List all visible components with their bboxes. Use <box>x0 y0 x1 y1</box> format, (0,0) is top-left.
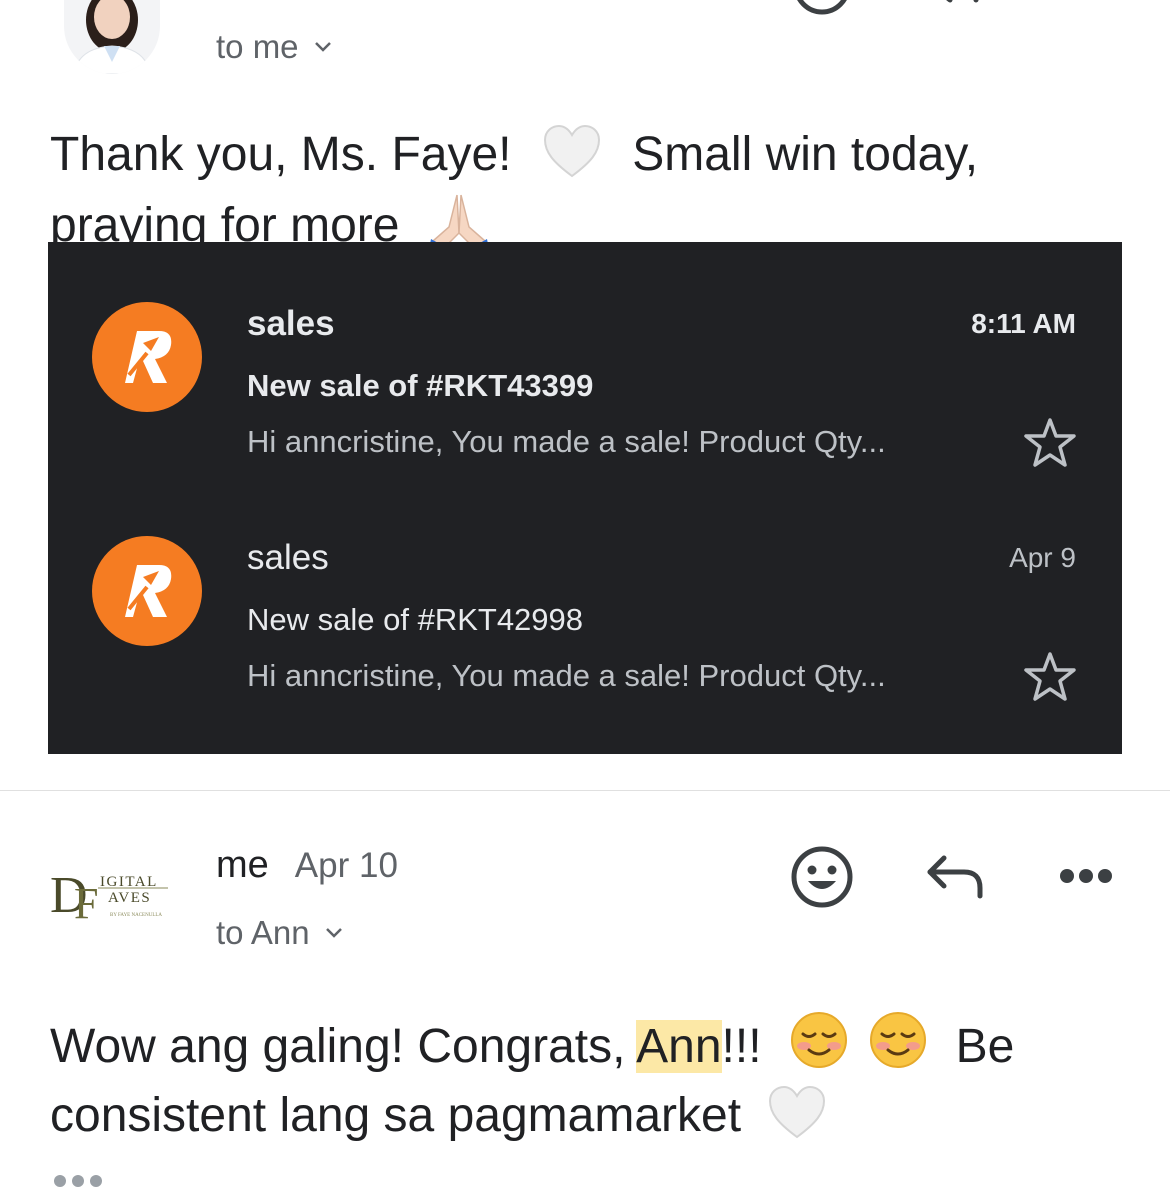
star-icon[interactable] <box>1022 650 1078 709</box>
email-row[interactable] <box>92 536 202 646</box>
white-heart-emoji <box>543 124 601 193</box>
sender-avatar[interactable] <box>64 0 160 74</box>
body-text: Thank you, Ms. Faye! <box>50 128 512 181</box>
reply-header: me Apr 10 <box>216 844 398 887</box>
body-text: !!! <box>721 1020 762 1073</box>
show-trimmed-content-icon[interactable] <box>52 1172 104 1195</box>
recipient-label: to me <box>216 28 299 65</box>
logo-text: IGITAL <box>100 874 158 890</box>
chevron-down-icon <box>325 928 342 938</box>
message-date: Apr 10 <box>294 846 398 885</box>
smiley-icon[interactable] <box>790 0 854 25</box>
white-heart-emoji <box>768 1085 826 1154</box>
inbox-screenshot: sales 8:11 AM New sale of #RKT43399 Hi a… <box>48 242 1122 754</box>
sender-logo <box>92 302 202 412</box>
email-snippet: Hi anncristine, You made a sale! Product… <box>247 424 886 459</box>
body-text: Wow ang galing! Congrats, <box>50 1020 637 1073</box>
logo-text: AVES <box>108 890 151 906</box>
svg-text:F: F <box>74 879 98 928</box>
digital-faves-logo[interactable]: D F IGITAL AVES BY FAYE NACENULLA <box>48 862 170 932</box>
sender-logo <box>92 536 202 646</box>
star-icon[interactable] <box>1022 416 1078 475</box>
email-row[interactable] <box>92 302 202 412</box>
email-time: 8:11 AM <box>971 308 1076 339</box>
smiling-face-emoji <box>868 1010 928 1085</box>
reply-icon[interactable] <box>924 852 986 907</box>
email-subject: New sale of #RKT42998 <box>247 602 584 637</box>
body-text: Be <box>955 1020 1015 1073</box>
body-text: Small win today, <box>632 128 979 181</box>
message-divider <box>0 790 1170 791</box>
logo-tagline: BY FAYE NACENULLA <box>110 913 162 918</box>
body-text: consistent lang sa pagmamarket <box>50 1089 742 1142</box>
chevron-down-icon <box>314 42 331 52</box>
reply-icon[interactable] <box>932 0 988 17</box>
recipient-label: to Ann <box>216 914 310 951</box>
email-time: Apr 9 <box>1009 542 1076 573</box>
reply-body: Wow ang galing! Congrats, Ann!!! Be cons… <box>50 1010 1130 1154</box>
email-sender: sales <box>247 538 329 577</box>
email-snippet: Hi anncristine, You made a sale! Product… <box>247 658 886 693</box>
more-icon[interactable] <box>1058 866 1114 891</box>
smiling-face-emoji <box>789 1010 849 1085</box>
recipient-line[interactable]: to me <box>216 28 333 66</box>
email-subject: New sale of #RKT43399 <box>247 368 594 403</box>
email-sender: sales <box>247 304 335 343</box>
recipient-line[interactable]: to Ann <box>216 914 344 952</box>
smiley-icon[interactable] <box>790 845 854 914</box>
highlighted-name: Ann <box>636 1020 722 1073</box>
sender-name: me <box>216 844 269 886</box>
